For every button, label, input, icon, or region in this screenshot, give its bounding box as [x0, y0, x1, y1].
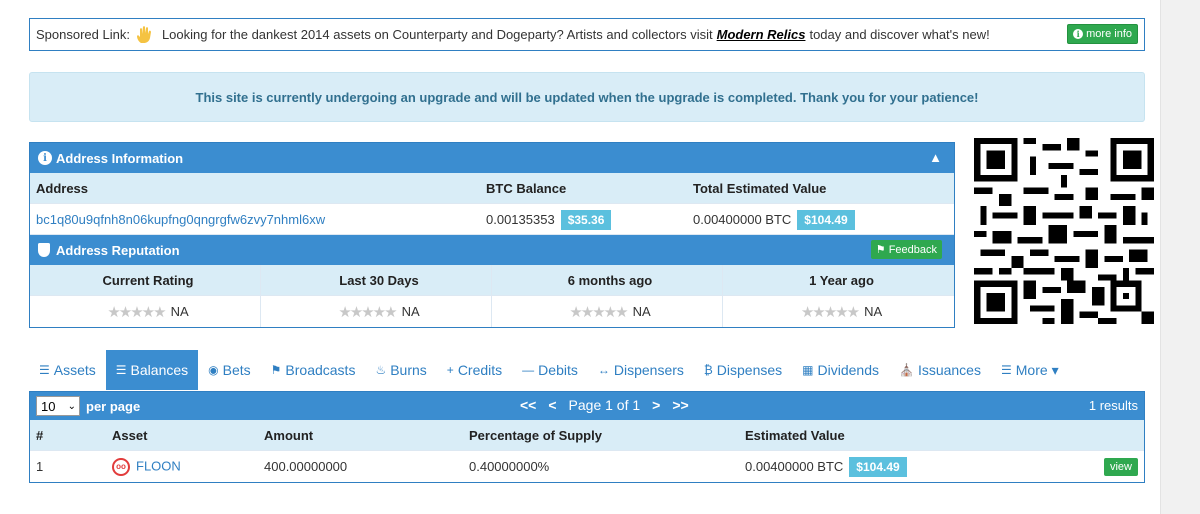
- address-info-header: i Address Information ▲: [30, 143, 954, 173]
- stars-icon: ★★★★★: [338, 303, 397, 321]
- tab-credits[interactable]: + Credits: [437, 350, 512, 390]
- table-row: 1 oo FLOON 400.00000000 0.40000000% 0.004…: [30, 451, 1144, 482]
- tab-assets[interactable]: ☰ Assets: [29, 350, 106, 390]
- caret-down-icon: ▾: [1051, 361, 1059, 378]
- info-icon: i: [1073, 29, 1084, 39]
- value-usd-badge: $104.49: [849, 457, 907, 477]
- tab-bets[interactable]: ◉ Bets: [198, 350, 261, 390]
- chevron-down-icon: ⌄: [67, 400, 76, 412]
- tab-burns[interactable]: ♨ Burns: [365, 350, 436, 390]
- database-icon: ☰: [39, 363, 50, 377]
- tab-issuances[interactable]: ⛪ Issuances: [889, 350, 991, 390]
- address-value-row: bc1q80u9qfnh8n06kupfng0qngrgfw6zvy7nhml6…: [30, 204, 954, 235]
- results-count: 1 results: [1088, 398, 1138, 413]
- address-info-panel: i Address Information ▲ Address BTC Bala…: [29, 142, 955, 328]
- page-label: Page 1 of 1: [568, 397, 641, 413]
- first-page-icon[interactable]: <<: [520, 397, 536, 413]
- view-button[interactable]: view: [1103, 457, 1138, 476]
- info-icon: i: [38, 151, 52, 165]
- tab-dividends[interactable]: ▦ Dividends: [792, 350, 889, 390]
- reputation-header-row: Current Rating Last 30 Days 6 months ago…: [30, 265, 954, 296]
- tab-balances[interactable]: ☰ Balances: [105, 350, 199, 390]
- sponsored-link-bar: Sponsored Link: Looking for the dankest …: [29, 18, 1145, 51]
- reputation-value-row: ★★★★★ NA ★★★★★ NA ★★★★★ NA ★★★★★ NA: [30, 296, 954, 327]
- qr-code: [974, 138, 1154, 324]
- page-size-select[interactable]: 10 ⌄: [36, 396, 80, 416]
- sponsored-label: Sponsored Link:: [36, 27, 130, 42]
- asset-icon: oo: [112, 457, 130, 476]
- stars-icon: ★★★★★: [569, 303, 628, 321]
- table-header: # Asset Amount Percentage of Supply Esti…: [30, 420, 1144, 451]
- hand-wave-icon: [136, 25, 151, 43]
- bank-icon: ⛪: [898, 363, 914, 377]
- address-link[interactable]: bc1q80u9qfnh8n06kupfng0qngrgfw6zvy7nhml6…: [30, 212, 480, 227]
- tab-broadcasts[interactable]: ⚑ Broadcasts: [261, 350, 366, 390]
- address-header-row: Address BTC Balance Total Estimated Valu…: [30, 173, 954, 204]
- reputation-header: Address Reputation ⚑ Feedback: [30, 235, 954, 265]
- tab-debits[interactable]: — Debits: [512, 350, 588, 390]
- fire-icon: ♨: [375, 363, 387, 377]
- shield-icon: [38, 243, 50, 257]
- sitemap-icon: ▦: [802, 363, 814, 377]
- pagination: << < Page 1 of 1 > >>: [520, 397, 689, 413]
- modern-relics-link[interactable]: Modern Relics: [717, 27, 806, 42]
- more-info-button[interactable]: i more info: [1067, 24, 1138, 44]
- tab-dispenses[interactable]: ₿ Dispenses: [694, 350, 792, 390]
- asset-link[interactable]: oo FLOON: [112, 457, 264, 476]
- chevron-up-icon[interactable]: ▲: [929, 150, 942, 165]
- last-page-icon[interactable]: >>: [672, 397, 688, 413]
- page-scrollbar[interactable]: [1160, 0, 1200, 514]
- upgrade-notice: This site is currently undergoing an upg…: [29, 72, 1145, 122]
- sponsored-text: Looking for the dankest 2014 assets on C…: [161, 27, 990, 42]
- list-icon: ☰: [1000, 363, 1012, 377]
- plus-icon: +: [446, 363, 454, 377]
- balances-table: 10 ⌄ per page << < Page 1 of 1 > >> 1 res…: [29, 391, 1145, 483]
- btc-balance: 0.00135353 $35.36: [480, 209, 687, 230]
- total-value: 0.00400000 BTC $104.49: [687, 209, 855, 230]
- target-icon: ◉: [208, 363, 219, 377]
- feedback-button[interactable]: ⚑ Feedback: [870, 240, 942, 259]
- table-toolbar: 10 ⌄ per page << < Page 1 of 1 > >> 1 res…: [30, 392, 1144, 420]
- address-tabs: ☰ Assets ☰ Balances ◉ Bets ⚑ Broadcasts ♨ Bur…: [29, 350, 1145, 390]
- next-page-icon[interactable]: >: [652, 397, 660, 413]
- arrows-horizontal-icon: ↔: [597, 363, 610, 377]
- tab-dispensers[interactable]: ↔ Dispensers: [588, 350, 694, 390]
- stars-icon: ★★★★★: [107, 303, 166, 321]
- list-icon: ☰: [115, 363, 127, 377]
- bullhorn-icon: ⚑: [270, 363, 282, 377]
- tab-more[interactable]: ☰ More ▾: [991, 350, 1069, 390]
- prev-page-icon[interactable]: <: [548, 397, 556, 413]
- stars-icon: ★★★★★: [800, 303, 860, 321]
- btc-usd-badge: $35.36: [560, 209, 612, 230]
- total-usd-badge: $104.49: [797, 209, 855, 230]
- minus-icon: —: [522, 363, 535, 377]
- bitcoin-icon: ₿: [703, 363, 713, 377]
